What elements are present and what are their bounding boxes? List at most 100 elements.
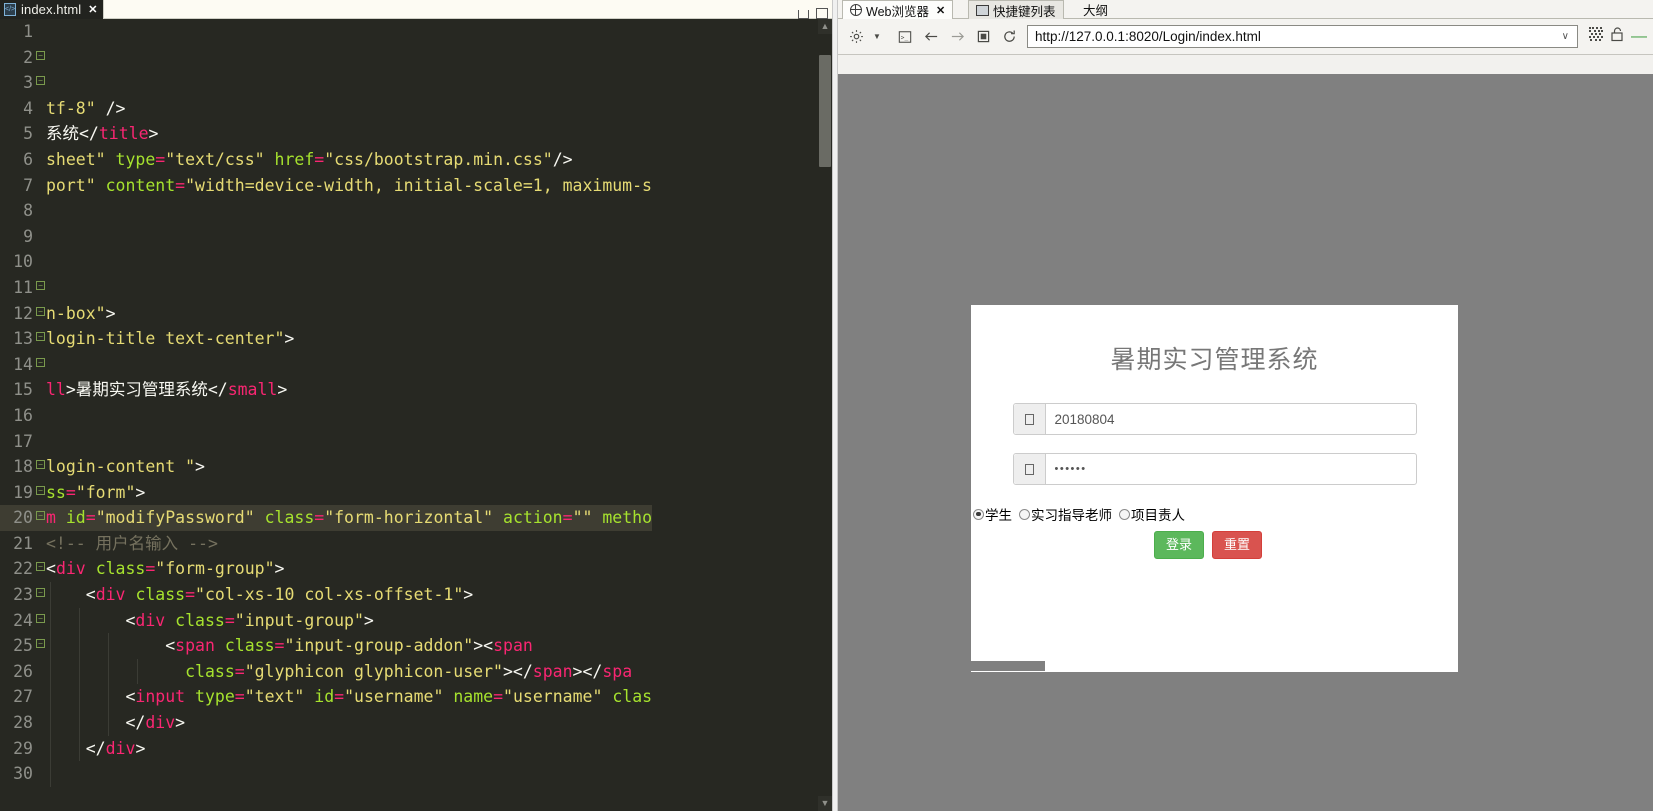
username-input[interactable] [1045,404,1416,434]
code-editor-pane: </> index.html ✕ 1 2−3−4 tf-8" /> 5 系统</titl… [0,0,832,811]
line-number: 15 [13,380,33,400]
password-input[interactable] [1045,454,1416,484]
fold-toggle-icon[interactable]: − [36,50,45,60]
fold-toggle-icon[interactable]: − [36,357,45,367]
code-text-area[interactable]: 1 2−3−4 tf-8" /> 5 系统</title> 6 sheet" type="t… [0,19,832,811]
code-text: <!-- 用户名输入 --> [46,533,218,553]
code-line: 26 class="glyphicon glyphicon-user"></sp… [0,658,652,685]
code-text: <span class="input-group-addon"><span [165,636,533,656]
minimize-icon[interactable] [798,10,809,19]
radio-indicator[interactable] [1119,508,1130,520]
code-line: 3− [0,70,652,96]
reload-icon[interactable] [997,24,1021,50]
editor-scrollbar-thumb[interactable] [819,55,831,167]
fold-toggle-icon[interactable]: − [36,613,45,623]
fold-toggle-icon[interactable]: − [36,306,45,316]
indent-guide [79,684,80,711]
line-number: 14 [13,354,33,374]
line-number: 28 [13,713,33,733]
fold-toggle-icon[interactable]: − [36,588,45,598]
code-text: m id="modifyPassword" class="form-horizo… [46,508,653,528]
close-icon[interactable]: ✕ [936,4,945,17]
stop-icon[interactable] [971,24,995,50]
role-radio-group: 学生 实习指导老师 项目责人 [971,504,1458,524]
chevron-down-icon[interactable]: ∨ [1558,31,1573,42]
line-number: 21 [13,533,33,553]
page-horizontal-scrollbar[interactable] [971,659,1458,672]
code-line: 2− [0,45,652,71]
globe-icon [850,4,862,16]
line-number: 30 [13,764,33,784]
fold-toggle-icon[interactable]: − [36,511,45,521]
tab-shortcut-list[interactable]: 快捷键列表 [968,0,1064,19]
code-line: 6 sheet" type="text/css" href="css/bootst… [0,147,652,173]
code-text: login-title text-center"> [46,329,295,349]
code-text: 系统</title> [46,124,159,144]
back-arrow-icon[interactable] [919,24,943,50]
terminal-icon[interactable]: >_ [893,24,917,50]
maximize-icon[interactable] [816,8,828,19]
fold-toggle-icon[interactable]: − [36,639,45,649]
code-line: 21 <!-- 用户名输入 --> [0,531,652,557]
code-lines: 1 2−3−4 tf-8" /> 5 系统</title> 6 sheet" type="t… [0,19,653,787]
svg-text:>_: >_ [901,34,909,41]
radio-indicator[interactable] [1019,508,1030,520]
login-button[interactable]: 登录 [1153,531,1204,559]
qrcode-icon[interactable] [1588,26,1604,47]
radio-option-mentor[interactable]: 实习指导老师 [1019,504,1112,524]
indent-guide [79,633,80,659]
unlock-icon[interactable] [1610,26,1625,47]
line-number: 9 [23,226,33,246]
code-line: 14− [0,352,652,378]
chevron-down-icon[interactable]: ▼ [870,24,884,50]
reset-button[interactable]: 重置 [1211,531,1262,559]
code-line: 16 [0,403,652,429]
window-controls [798,0,828,19]
forward-arrow-icon[interactable] [945,24,969,50]
fold-toggle-icon[interactable]: − [36,76,45,86]
code-line: 19− ss="form"> [0,480,652,506]
editor-tab-index-html[interactable]: </> index.html ✕ [0,0,105,19]
keyboard-icon [976,4,989,16]
form-button-row: 登录 重置 [971,531,1458,559]
browser-pane: Web浏览器 ✕ 快捷键列表 大纲 ▼ >_ http://127.0.0.1:… [838,0,1653,811]
editor-scroll-down-button[interactable]: ▼ [818,796,832,811]
html-file-icon: </> [4,3,16,16]
line-number: 10 [13,252,33,272]
fold-toggle-icon[interactable]: − [36,485,45,495]
indent-guide [50,684,51,711]
page-scrollbar-thumb[interactable] [971,661,1045,671]
indent-guide [137,658,138,685]
login-box: 暑期实习管理系统 学生 [971,305,1458,659]
indent-guide [50,710,51,736]
radio-indicator[interactable] [973,508,984,520]
url-text: http://127.0.0.1:8020/Login/index.html [1035,29,1261,44]
indent-guide [79,607,80,634]
line-number: 25 [13,636,33,656]
radio-option-project-lead[interactable]: 项目责人 [1119,504,1185,524]
fold-toggle-icon[interactable]: − [36,460,45,470]
gear-icon[interactable] [844,24,868,50]
code-text: login-content "> [46,457,205,477]
plus-icon[interactable]: — [1631,28,1647,45]
line-number: 24 [13,610,33,630]
code-line: 28 </div> [0,710,652,736]
tab-web-browser[interactable]: Web浏览器 ✕ [842,0,954,19]
code-text: ll>暑期实习管理系统</small> [46,380,288,400]
fold-toggle-icon[interactable]: − [36,562,45,572]
line-number: 6 [23,149,33,169]
rendered-page: 暑期实习管理系统 学生 [838,74,1653,811]
indent-guide [50,735,51,762]
editor-vertical-scrollbar[interactable] [818,19,832,811]
address-bar[interactable]: http://127.0.0.1:8020/Login/index.html ∨ [1027,25,1578,48]
editor-tab-label: index.html [21,2,82,17]
radio-option-student[interactable]: 学生 [973,504,1012,524]
editor-scroll-up-button[interactable]: ▲ [818,19,832,34]
fold-toggle-icon[interactable]: − [36,332,45,342]
close-icon[interactable]: ✕ [88,3,97,16]
tab-outline[interactable]: 大纲 [1076,0,1115,19]
browser-toolbar: ▼ >_ http://127.0.0.1:8020/Login/index.h… [838,19,1653,55]
fold-toggle-icon[interactable]: − [36,280,45,290]
toolbar-right-group: — [1584,26,1647,47]
line-number: 13 [13,329,33,349]
